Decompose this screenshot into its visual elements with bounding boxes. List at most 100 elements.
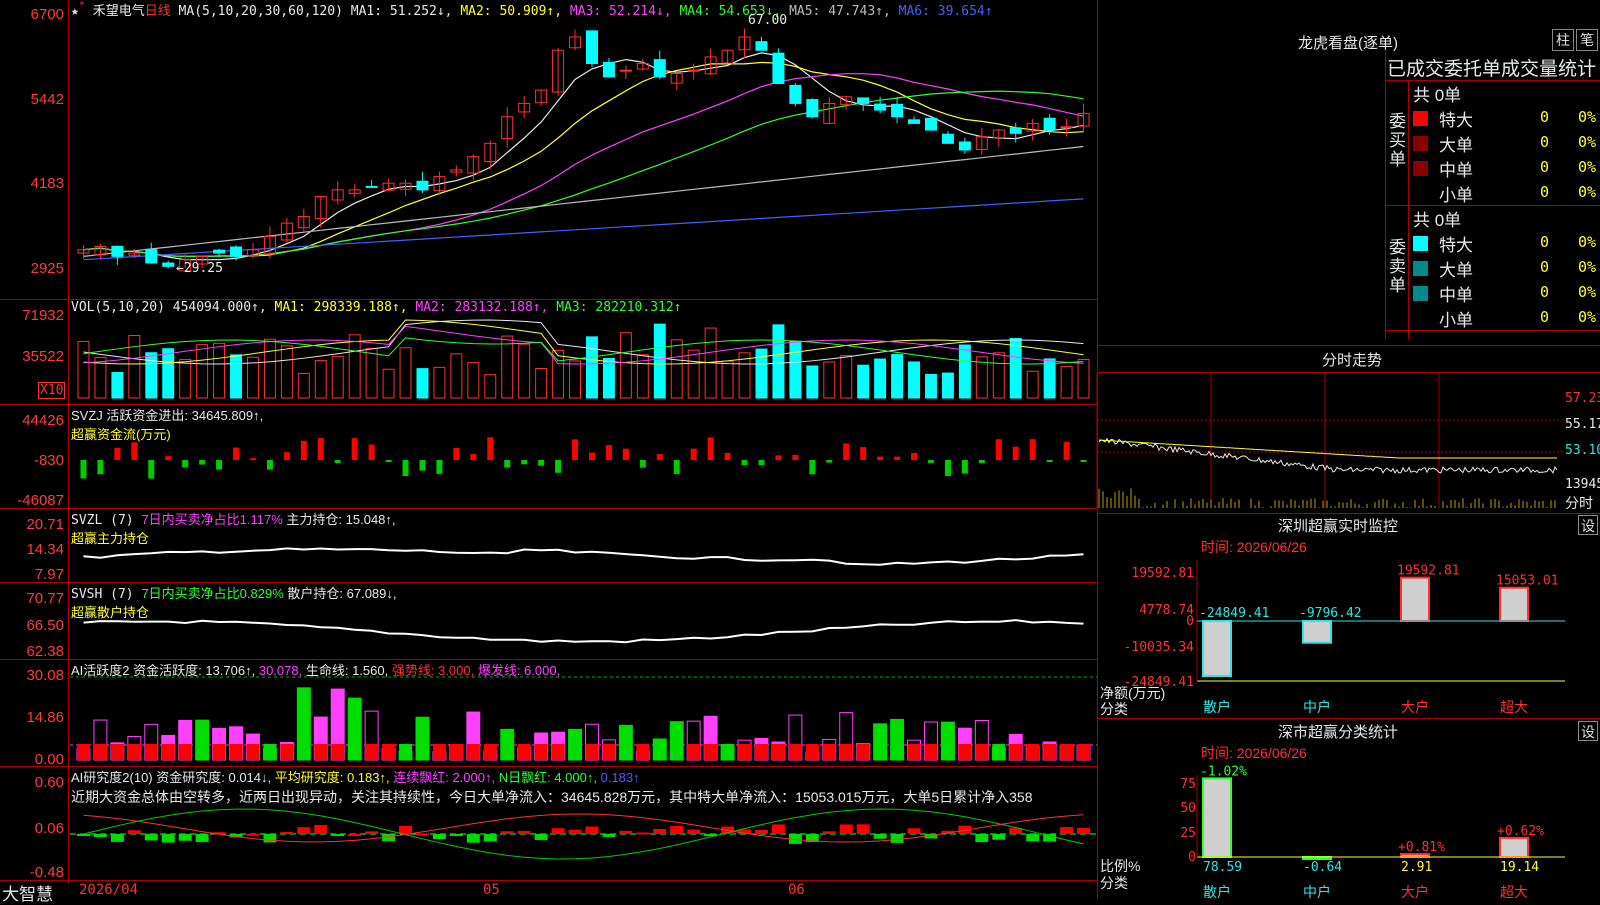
svzj-bar [673, 460, 680, 474]
ai2-bar [822, 831, 836, 834]
volume-bar [1060, 365, 1073, 399]
bar-mode-button[interactable]: 柱 [1552, 29, 1574, 51]
ma2-value: MA2: 50.909↑, [460, 4, 563, 19]
svzl-title: SVZL (7) [71, 513, 134, 528]
ai1-base-bar [585, 744, 599, 760]
stock-name[interactable]: 禾望电气 [93, 3, 145, 18]
ai1-base-bar [822, 744, 836, 760]
svzj-bar [334, 460, 341, 463]
ai1-base-bar [178, 744, 192, 760]
sell-row-value: 0 [1540, 283, 1550, 301]
xaxis-label: 06 [788, 882, 805, 898]
candle-body [365, 185, 378, 188]
svzj-bar [775, 455, 782, 460]
ai2-bar [297, 827, 311, 834]
ai2-bar [992, 834, 1006, 840]
candle-body [908, 119, 921, 124]
ai1-lifeline: 生命线: 1.560, [302, 663, 389, 678]
monitor-category-label: 超大 [1500, 699, 1528, 715]
monitor-bar-label: -9796.42 [1299, 606, 1362, 621]
sell-swatch-0 [1413, 236, 1428, 251]
ai1-base-bar [771, 744, 785, 760]
ai1-base-bar [687, 744, 701, 760]
classify-settings-button[interactable]: 设 [1578, 721, 1598, 741]
candle-body [958, 141, 971, 151]
svzj-bar [1080, 460, 1087, 462]
ai1-base-bar [195, 744, 209, 760]
monitor-settings-button[interactable]: 设 [1578, 515, 1598, 535]
svzl-ytick: 14.34 [26, 541, 64, 558]
svzj-ytick: -830 [33, 452, 64, 469]
candle-body [772, 52, 785, 84]
main-chart-canvas[interactable]: -24849.41 -9796.42 19592.81 15053.01 78.59 -1… [0, 0, 1600, 900]
monitor-time: 时间: 2026/06/26 [1201, 539, 1307, 555]
ai1-base-bar [517, 744, 531, 760]
volume-bar [501, 335, 514, 399]
volume-bar [433, 366, 446, 399]
classify-ytick: 75 [1180, 777, 1196, 792]
monitor-bar-label: 19592.81 [1397, 564, 1460, 579]
ai2-bar [348, 833, 362, 836]
ai1-strongline: 强势线: 3.000, [388, 663, 475, 678]
volume-bar [535, 367, 548, 399]
ai1-base-bar [704, 744, 718, 760]
ma-line-1 [83, 52, 1084, 261]
svzj-bar [758, 460, 765, 466]
classify-value-label: -0.64 [1303, 860, 1342, 875]
classify-bar [1499, 836, 1529, 858]
volume-bar [416, 368, 429, 399]
ai1-base-bar [636, 744, 650, 760]
ai1-base-bar [382, 744, 396, 760]
dragon-sep3 [1385, 330, 1600, 331]
ai1-base-bar [551, 744, 565, 760]
volume-bar [941, 372, 954, 399]
ai1-base-bar [144, 744, 158, 760]
volume-bar [280, 345, 293, 399]
ai2-nday-red: N日飘红: 4.000↑, [495, 770, 597, 785]
volume-bar [569, 360, 581, 399]
classify-change-label: +0.81% [1398, 840, 1445, 855]
ai2-bar [500, 831, 514, 834]
svzj-bar [300, 440, 307, 460]
ai1-base-bar [399, 744, 412, 760]
ai1-base-bar [280, 744, 294, 760]
ai2-bar [314, 824, 328, 834]
ai2-bar [687, 829, 701, 834]
ai1-base-bar [416, 744, 429, 760]
tick-mode-button[interactable]: 笔 [1576, 29, 1598, 51]
ai1-base-bar [619, 744, 633, 760]
svzl-subtitle: 超赢主力持仓 [71, 531, 150, 546]
price-ytick: 5442 [30, 91, 64, 108]
favorite-star-icon[interactable]: ★ [71, 4, 79, 19]
candle-body [416, 180, 429, 191]
ai1-base-bar [907, 744, 921, 760]
svzj-subtitle: 超赢资金流(万元) [71, 427, 171, 442]
ai2-bar [280, 831, 294, 834]
monitor-ytick: 19592.81 [1131, 566, 1194, 581]
ai1-base-bar [500, 744, 514, 760]
period-label[interactable]: 日线 [145, 3, 171, 18]
svzl-position: 主力持仓: 15.048↑, [282, 512, 396, 527]
candle-body [1009, 127, 1022, 134]
buy-orders-label: 委买单 [1389, 112, 1406, 169]
svsh-title: SVSH (7) [71, 587, 134, 602]
volume-bar [602, 357, 615, 399]
svzj-bar [131, 442, 138, 460]
classify-value-label: 19.14 [1500, 860, 1539, 875]
svzj-bar [1046, 460, 1053, 462]
svzl-ytick: 20.71 [26, 516, 64, 533]
volume-bar [145, 352, 158, 399]
volume-bar [399, 347, 412, 399]
ai2-bar [331, 834, 345, 836]
buy-row-value: 0 [1540, 183, 1550, 201]
stock-code-glyph: * [78, 0, 85, 11]
volume-bar [857, 364, 870, 399]
sell-row-label: 中单 [1439, 286, 1473, 305]
monitor-bar-label: 15053.01 [1496, 574, 1559, 589]
ai2-bar [585, 826, 599, 834]
classify-category-label: 中户 [1303, 884, 1331, 900]
intraday-title-line [1097, 372, 1600, 373]
svzj-bar [148, 460, 155, 479]
pane-sep-7 [0, 880, 1097, 881]
ai1-base-bar [856, 744, 870, 760]
